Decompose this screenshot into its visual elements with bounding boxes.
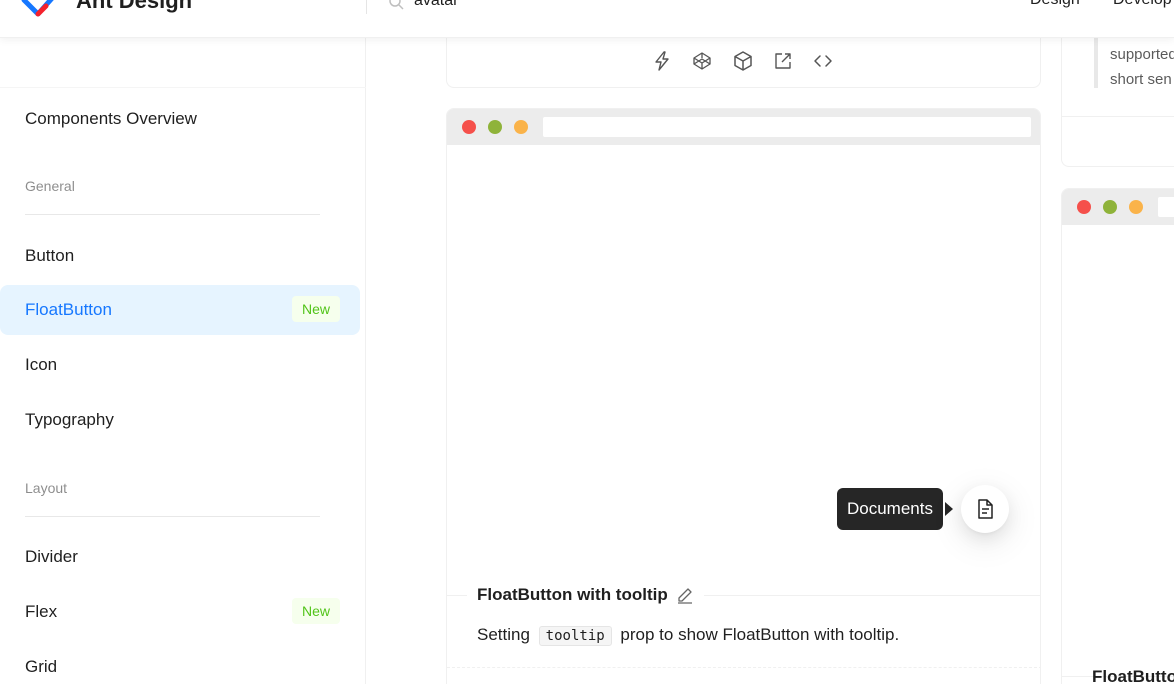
sidebar-spacer [0,38,366,88]
window-close-dot [462,120,476,134]
window-minimize-dot [1129,200,1143,214]
codesandbox-icon[interactable] [732,50,754,72]
tooltip: Documents [837,488,943,530]
sidebar-item-flex[interactable]: Flex New [0,587,360,637]
app-root: Ant Design Design Develop Components Ove… [0,0,1174,684]
demo-title-text: FloatButton with tooltip [477,585,668,604]
browser-address-bar [1158,197,1174,217]
code-icon[interactable] [812,50,834,72]
ant-design-logo-icon[interactable] [18,0,62,20]
right-demo-card: FloatButto [1061,188,1174,684]
new-badge: New [291,296,340,322]
sidebar-item-divider[interactable]: Divider [0,532,360,582]
demo-card-float-button-tooltip: Documents FloatButton with tooltip Setti… [446,108,1041,684]
window-minimize-dot [514,120,528,134]
menu-item-label: Button [25,246,75,265]
menu-item-label: Flex [25,602,58,621]
demo-description: Setting tooltip prop to show FloatButton… [477,625,899,646]
thunderbolt-icon[interactable] [651,50,673,72]
menu-item-label: Typography [25,410,114,429]
sidebar-item-icon[interactable]: Icon [0,340,360,390]
quote-line: short sen [1110,71,1172,88]
sidebar-item-components-overview[interactable]: Components Overview [0,94,360,144]
edit-icon[interactable] [676,586,694,604]
window-maximize-dot [1103,200,1117,214]
menu-item-label: Components Overview [25,109,197,128]
sidebar-item-floatbutton[interactable]: FloatButton New [0,285,360,335]
group-title-general: General [25,178,75,194]
new-badge: New [291,598,340,624]
desc-text-after: prop to show FloatButton with tooltip. [620,625,900,644]
quote-bar [1094,38,1098,88]
menu-item-label: Grid [25,657,58,676]
demo-title: FloatButton with tooltip [467,585,704,605]
window-close-dot [1077,200,1091,214]
float-button[interactable] [961,485,1009,533]
desc-text-before: Setting [477,625,530,644]
nav-develop[interactable]: Develop [1113,0,1172,9]
sidebar-item-grid[interactable]: Grid [0,642,360,684]
codepen-icon[interactable] [691,50,713,72]
group-divider [25,214,320,215]
browser-mock-bar [447,109,1040,145]
top-header: Ant Design Design Develop [0,0,1174,38]
sidebar-menu: Components Overview General Button Float… [0,38,366,684]
brand-name[interactable]: Ant Design [76,0,192,14]
menu-item-label: Divider [25,547,78,566]
sidebar-item-button[interactable]: Button [0,231,360,281]
code-snippet: tooltip [538,626,612,646]
file-text-icon [978,499,993,519]
right-previous-card: supported short sen [1061,30,1174,167]
browser-mock-bar [1062,189,1174,225]
group-divider [25,516,320,517]
quote-line: supported [1110,46,1174,63]
tooltip-arrow [945,502,953,516]
search-input[interactable] [414,0,614,11]
browser-address-bar [543,117,1031,137]
header-divider [366,0,367,14]
group-title-layout: Layout [25,480,68,496]
menu-item-label: FloatButton [25,300,112,319]
previous-demo-card [446,30,1041,88]
menu-item-label: Icon [25,355,58,374]
right-demo-title: FloatButto [1092,667,1174,684]
quote-text: supported short sen [1110,42,1174,92]
window-maximize-dot [488,120,502,134]
right-separator [1062,116,1174,117]
meta-bottom-divider [447,667,1040,668]
nav-design[interactable]: Design [1030,0,1080,9]
external-link-icon[interactable] [772,50,794,72]
sidebar-item-typography[interactable]: Typography [0,395,360,445]
search-icon [389,0,404,10]
